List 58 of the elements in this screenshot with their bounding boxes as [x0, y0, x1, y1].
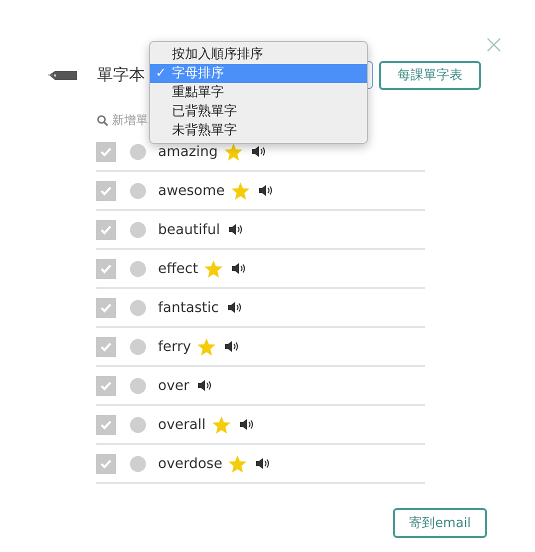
check-icon	[100, 380, 112, 390]
word-text: overdose	[158, 456, 222, 472]
word-text: effect	[158, 260, 198, 276]
search-icon	[97, 114, 108, 126]
speaker-icon[interactable]	[231, 262, 248, 275]
status-circle[interactable]	[130, 338, 146, 354]
status-circle[interactable]	[130, 182, 146, 198]
checkbox[interactable]	[96, 142, 116, 162]
star-icon[interactable]	[224, 142, 243, 160]
check-icon	[100, 302, 112, 312]
menu-item[interactable]: 重點單字	[150, 83, 367, 102]
status-circle[interactable]	[130, 144, 146, 160]
word-text: ferry	[158, 338, 192, 354]
checkbox[interactable]	[96, 336, 116, 356]
speaker-icon[interactable]	[197, 379, 214, 392]
status-circle[interactable]	[130, 222, 146, 238]
check-icon	[100, 420, 112, 430]
status-circle[interactable]	[130, 378, 146, 394]
speaker-icon[interactable]	[255, 457, 272, 470]
menu-item[interactable]: 按加入順序排序	[150, 45, 367, 64]
speaker-icon[interactable]	[226, 301, 243, 314]
word-text: overall	[158, 416, 206, 432]
status-circle[interactable]	[130, 300, 146, 316]
speaker-icon[interactable]	[238, 418, 255, 431]
status-circle[interactable]	[130, 456, 146, 472]
star-icon[interactable]	[204, 260, 224, 278]
star-icon[interactable]	[228, 454, 248, 472]
checkbox[interactable]	[96, 180, 116, 200]
star-icon[interactable]	[230, 182, 250, 200]
check-icon	[100, 146, 112, 156]
speaker-icon[interactable]	[250, 145, 267, 158]
checkbox[interactable]	[96, 298, 116, 318]
word-text: fantastic	[158, 300, 219, 316]
checkbox[interactable]	[96, 220, 116, 240]
status-circle[interactable]	[130, 260, 146, 276]
word-text: awesome	[158, 182, 225, 198]
checkbox[interactable]	[96, 376, 116, 396]
star-icon[interactable]	[197, 338, 216, 356]
check-icon	[100, 342, 112, 352]
star-icon[interactable]	[212, 416, 231, 434]
status-circle[interactable]	[130, 416, 146, 432]
lessons-button[interactable]: 每課單字表	[379, 60, 481, 90]
email-button[interactable]: 寄到email	[393, 508, 487, 538]
speaker-icon[interactable]	[258, 184, 274, 197]
checkbox[interactable]	[96, 258, 116, 278]
notebook-title: 單字本	[97, 64, 146, 86]
word-text: amazing	[158, 144, 218, 160]
word-text: over	[158, 378, 190, 394]
speaker-icon[interactable]	[228, 223, 244, 236]
checkbox[interactable]	[96, 414, 116, 434]
check-icon	[100, 186, 112, 196]
speaker-icon[interactable]	[224, 340, 240, 353]
check-icon	[100, 224, 112, 234]
check-icon	[100, 458, 112, 468]
word-text: beautiful	[158, 222, 220, 238]
check-icon	[100, 264, 112, 274]
checkbox[interactable]	[96, 454, 116, 474]
tag-icon	[48, 69, 78, 81]
